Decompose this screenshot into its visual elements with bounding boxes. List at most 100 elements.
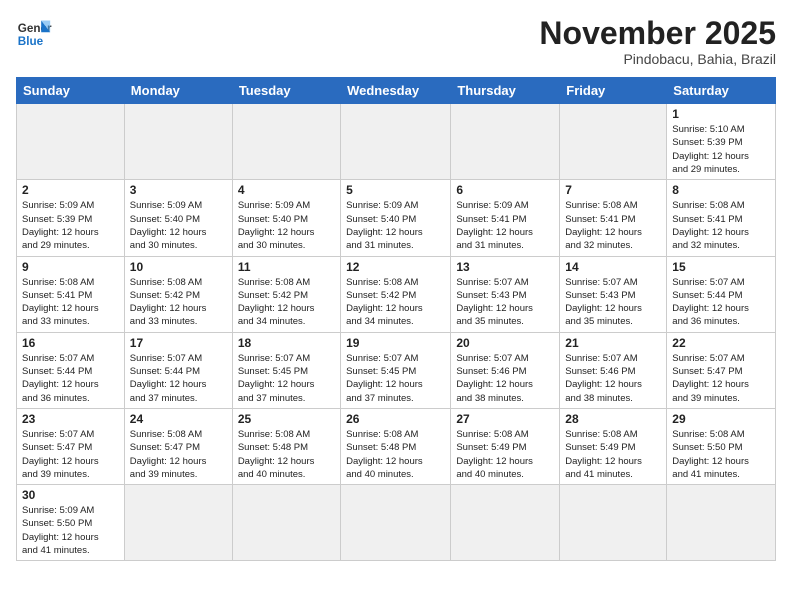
day-info: Sunrise: 5:07 AM Sunset: 5:45 PM Dayligh…: [238, 352, 335, 405]
calendar-week-4: 23 Sunrise: 5:07 AM Sunset: 5:47 PM Dayli…: [17, 408, 776, 484]
calendar-week-1: 2 Sunrise: 5:09 AM Sunset: 5:39 PM Daylig…: [17, 180, 776, 256]
calendar-cell: [124, 104, 232, 180]
calendar-cell: 20 Sunrise: 5:07 AM Sunset: 5:46 PM Dayli…: [451, 332, 560, 408]
day-info: Sunrise: 5:08 AM Sunset: 5:41 PM Dayligh…: [672, 199, 770, 252]
day-info: Sunrise: 5:09 AM Sunset: 5:50 PM Dayligh…: [22, 504, 119, 557]
calendar-cell: 22 Sunrise: 5:07 AM Sunset: 5:47 PM Dayli…: [667, 332, 776, 408]
day-number: 5: [346, 183, 445, 197]
day-info: Sunrise: 5:09 AM Sunset: 5:40 PM Dayligh…: [130, 199, 227, 252]
calendar-cell: 1 Sunrise: 5:10 AM Sunset: 5:39 PM Daylig…: [667, 104, 776, 180]
calendar-cell: 23 Sunrise: 5:07 AM Sunset: 5:47 PM Dayli…: [17, 408, 125, 484]
calendar-cell: 5Sunrise: 5:09 AM Sunset: 5:40 PM Daylig…: [341, 180, 451, 256]
day-info: Sunrise: 5:08 AM Sunset: 5:48 PM Dayligh…: [346, 428, 445, 481]
day-number: 16: [22, 336, 119, 350]
calendar-cell: 19 Sunrise: 5:07 AM Sunset: 5:45 PM Dayli…: [341, 332, 451, 408]
calendar-cell: [232, 485, 340, 561]
day-number: 6: [456, 183, 554, 197]
day-number: 10: [130, 260, 227, 274]
logo-icon: General Blue: [16, 16, 52, 52]
calendar-week-3: 16Sunrise: 5:07 AM Sunset: 5:44 PM Dayli…: [17, 332, 776, 408]
calendar-cell: [667, 485, 776, 561]
day-number: 27: [456, 412, 554, 426]
month-title: November 2025: [539, 16, 776, 51]
subtitle: Pindobacu, Bahia, Brazil: [539, 51, 776, 67]
day-number: 12: [346, 260, 445, 274]
day-number: 28: [565, 412, 661, 426]
calendar-cell: 21 Sunrise: 5:07 AM Sunset: 5:46 PM Dayli…: [560, 332, 667, 408]
calendar-cell: 16Sunrise: 5:07 AM Sunset: 5:44 PM Dayli…: [17, 332, 125, 408]
day-info: Sunrise: 5:08 AM Sunset: 5:49 PM Dayligh…: [456, 428, 554, 481]
day-number: 9: [22, 260, 119, 274]
calendar-table: Sunday Monday Tuesday Wednesday Thursday…: [16, 77, 776, 561]
day-info: Sunrise: 5:08 AM Sunset: 5:42 PM Dayligh…: [238, 276, 335, 329]
header-sunday: Sunday: [17, 78, 125, 104]
day-number: 24: [130, 412, 227, 426]
day-info: Sunrise: 5:08 AM Sunset: 5:49 PM Dayligh…: [565, 428, 661, 481]
day-number: 30: [22, 488, 119, 502]
calendar-cell: 12 Sunrise: 5:08 AM Sunset: 5:42 PM Dayli…: [341, 256, 451, 332]
calendar-cell: [232, 104, 340, 180]
day-info: Sunrise: 5:09 AM Sunset: 5:41 PM Dayligh…: [456, 199, 554, 252]
calendar-cell: 6 Sunrise: 5:09 AM Sunset: 5:41 PM Daylig…: [451, 180, 560, 256]
calendar-cell: [341, 104, 451, 180]
day-info: Sunrise: 5:07 AM Sunset: 5:44 PM Dayligh…: [672, 276, 770, 329]
header-wednesday: Wednesday: [341, 78, 451, 104]
day-number: 4: [238, 183, 335, 197]
day-number: 26: [346, 412, 445, 426]
calendar-cell: 29 Sunrise: 5:08 AM Sunset: 5:50 PM Dayli…: [667, 408, 776, 484]
day-info: Sunrise: 5:10 AM Sunset: 5:39 PM Dayligh…: [672, 123, 770, 176]
calendar-cell: 13 Sunrise: 5:07 AM Sunset: 5:43 PM Dayli…: [451, 256, 560, 332]
header-tuesday: Tuesday: [232, 78, 340, 104]
calendar-cell: 26 Sunrise: 5:08 AM Sunset: 5:48 PM Dayli…: [341, 408, 451, 484]
calendar-cell: [124, 485, 232, 561]
calendar-cell: 4Sunrise: 5:09 AM Sunset: 5:40 PM Daylig…: [232, 180, 340, 256]
calendar-cell: [341, 485, 451, 561]
calendar-cell: [560, 485, 667, 561]
calendar-cell: 17Sunrise: 5:07 AM Sunset: 5:44 PM Dayli…: [124, 332, 232, 408]
day-number: 11: [238, 260, 335, 274]
calendar-cell: 2 Sunrise: 5:09 AM Sunset: 5:39 PM Daylig…: [17, 180, 125, 256]
calendar-cell: 3 Sunrise: 5:09 AM Sunset: 5:40 PM Daylig…: [124, 180, 232, 256]
day-number: 17: [130, 336, 227, 350]
calendar-cell: 11 Sunrise: 5:08 AM Sunset: 5:42 PM Dayli…: [232, 256, 340, 332]
day-info: Sunrise: 5:07 AM Sunset: 5:43 PM Dayligh…: [456, 276, 554, 329]
day-info: Sunrise: 5:09 AM Sunset: 5:39 PM Dayligh…: [22, 199, 119, 252]
day-number: 2: [22, 183, 119, 197]
title-block: November 2025 Pindobacu, Bahia, Brazil: [539, 16, 776, 67]
calendar-week-5: 30 Sunrise: 5:09 AM Sunset: 5:50 PM Dayli…: [17, 485, 776, 561]
calendar-cell: 27 Sunrise: 5:08 AM Sunset: 5:49 PM Dayli…: [451, 408, 560, 484]
day-info: Sunrise: 5:08 AM Sunset: 5:42 PM Dayligh…: [346, 276, 445, 329]
header-thursday: Thursday: [451, 78, 560, 104]
day-number: 23: [22, 412, 119, 426]
day-info: Sunrise: 5:08 AM Sunset: 5:50 PM Dayligh…: [672, 428, 770, 481]
day-number: 1: [672, 107, 770, 121]
day-number: 15: [672, 260, 770, 274]
svg-text:Blue: Blue: [18, 35, 44, 48]
calendar-week-2: 9Sunrise: 5:08 AM Sunset: 5:41 PM Daylig…: [17, 256, 776, 332]
calendar-cell: 10Sunrise: 5:08 AM Sunset: 5:42 PM Dayli…: [124, 256, 232, 332]
day-number: 3: [130, 183, 227, 197]
calendar-cell: 25Sunrise: 5:08 AM Sunset: 5:48 PM Dayli…: [232, 408, 340, 484]
calendar-cell: 18Sunrise: 5:07 AM Sunset: 5:45 PM Dayli…: [232, 332, 340, 408]
day-number: 13: [456, 260, 554, 274]
header: General Blue November 2025 Pindobacu, Ba…: [16, 16, 776, 67]
day-info: Sunrise: 5:08 AM Sunset: 5:41 PM Dayligh…: [565, 199, 661, 252]
day-number: 29: [672, 412, 770, 426]
day-info: Sunrise: 5:07 AM Sunset: 5:47 PM Dayligh…: [22, 428, 119, 481]
day-info: Sunrise: 5:07 AM Sunset: 5:43 PM Dayligh…: [565, 276, 661, 329]
day-info: Sunrise: 5:07 AM Sunset: 5:45 PM Dayligh…: [346, 352, 445, 405]
calendar-cell: 24Sunrise: 5:08 AM Sunset: 5:47 PM Dayli…: [124, 408, 232, 484]
header-saturday: Saturday: [667, 78, 776, 104]
calendar-week-0: 1 Sunrise: 5:10 AM Sunset: 5:39 PM Daylig…: [17, 104, 776, 180]
day-info: Sunrise: 5:07 AM Sunset: 5:46 PM Dayligh…: [565, 352, 661, 405]
day-number: 7: [565, 183, 661, 197]
day-number: 19: [346, 336, 445, 350]
calendar-cell: 9Sunrise: 5:08 AM Sunset: 5:41 PM Daylig…: [17, 256, 125, 332]
day-number: 21: [565, 336, 661, 350]
day-info: Sunrise: 5:07 AM Sunset: 5:47 PM Dayligh…: [672, 352, 770, 405]
day-info: Sunrise: 5:07 AM Sunset: 5:46 PM Dayligh…: [456, 352, 554, 405]
day-number: 22: [672, 336, 770, 350]
day-number: 20: [456, 336, 554, 350]
calendar-cell: [560, 104, 667, 180]
calendar-cell: 14Sunrise: 5:07 AM Sunset: 5:43 PM Dayli…: [560, 256, 667, 332]
